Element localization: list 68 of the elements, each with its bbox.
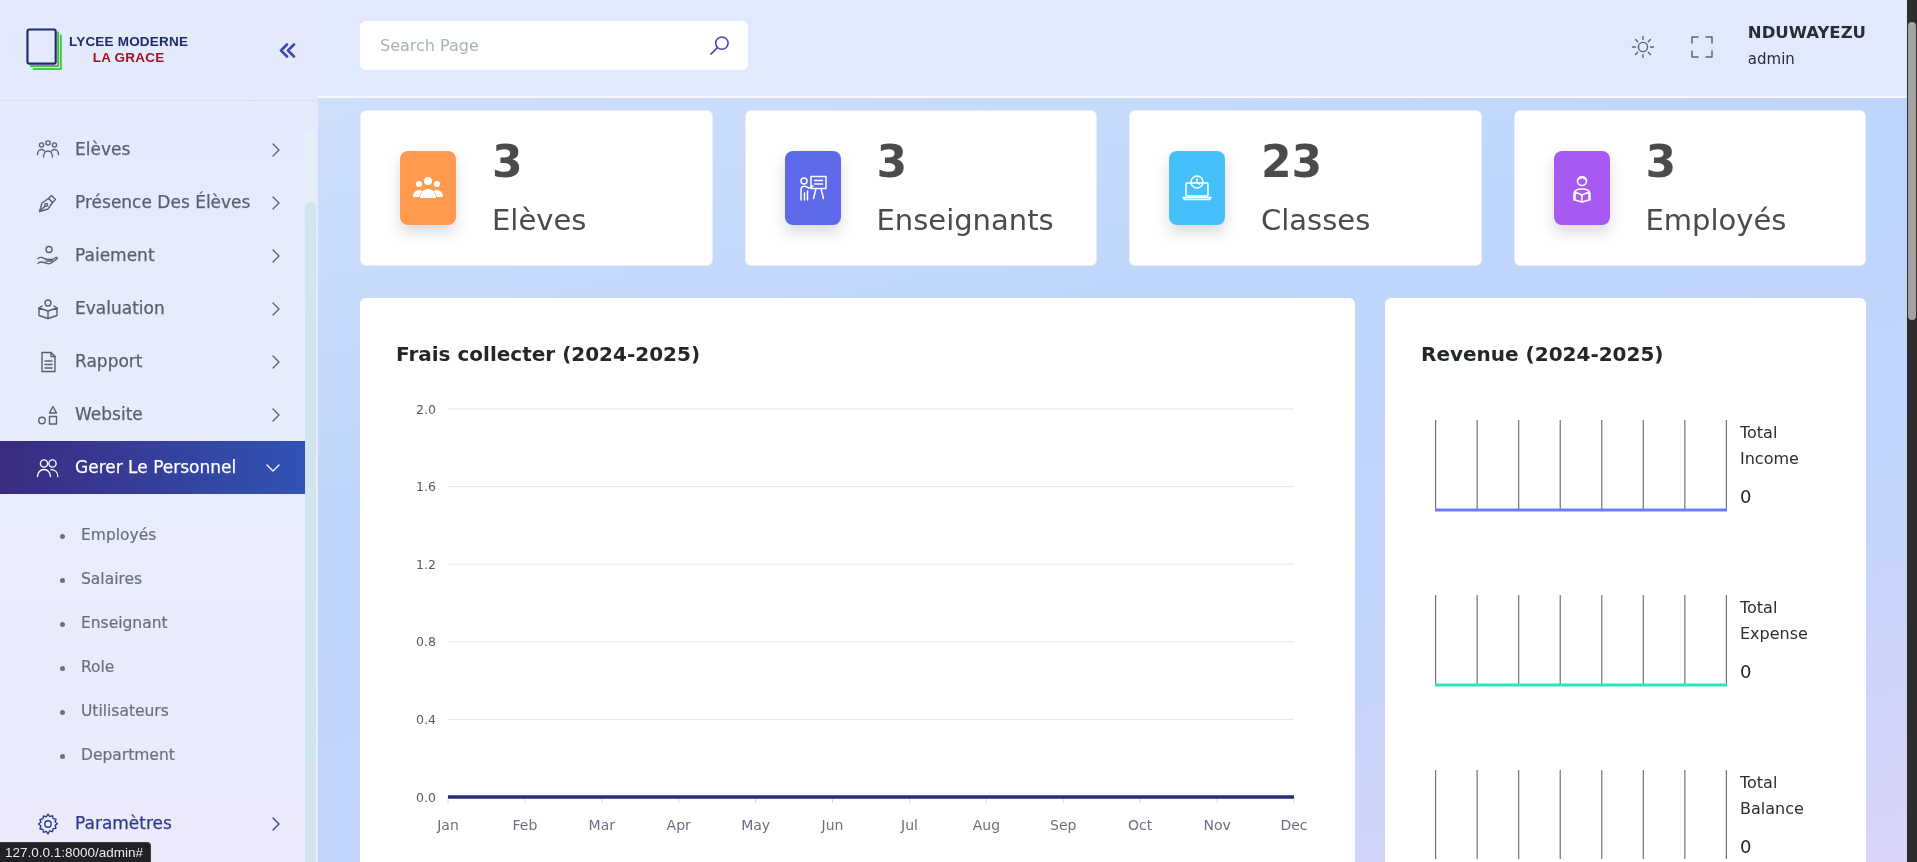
x-axis-label: Oct: [1128, 817, 1153, 833]
scrollbar-thumb[interactable]: [1908, 22, 1916, 320]
stat-value: 3: [1645, 139, 1678, 185]
total-label: Total Income: [1740, 422, 1800, 470]
logo-text: LYCEE MODERNE LA GRACE: [69, 34, 189, 66]
menu-item[interactable]: Elèves: [0, 123, 305, 176]
menu-item[interactable]: Evaluation: [0, 282, 305, 335]
y-axis-label: 0.0: [416, 789, 436, 805]
status-url-tooltip: 127.0.0.1:8000/admin#: [0, 842, 152, 862]
stat-label: Elèves: [492, 203, 587, 237]
submenu-item[interactable]: Enseignant: [0, 602, 305, 646]
x-axis-label: Mar: [588, 817, 616, 833]
chart-title: Frais collecter (2024-2025): [396, 341, 702, 368]
fullscreen-icon[interactable]: [1689, 35, 1714, 59]
x-axis-label: Feb: [512, 817, 538, 833]
y-axis-label: 0.8: [416, 634, 436, 650]
bullet-icon: [60, 533, 65, 539]
stat-label: Classes: [1261, 203, 1371, 237]
box-icon: [36, 296, 60, 321]
menu-item[interactable]: Rapport: [0, 335, 305, 388]
submenu-item[interactable]: Role: [0, 646, 305, 690]
x-axis-label: May: [741, 817, 771, 833]
user-role: admin: [1747, 51, 1796, 67]
search-icon[interactable]: [709, 35, 730, 56]
bullet-icon: [60, 753, 65, 759]
scrollbar-track[interactable]: [1907, 0, 1917, 862]
menu-item[interactable]: Gerer Le Personnel: [0, 441, 305, 494]
x-axis-label: Jan: [437, 817, 459, 833]
x-axis-label: Dec: [1280, 817, 1308, 833]
submenu-item[interactable]: Utilisateurs: [0, 690, 305, 734]
y-axis-label: 2.0: [416, 401, 436, 417]
x-axis-label: Nov: [1203, 817, 1231, 833]
collapse-icon[interactable]: [279, 42, 296, 58]
menu-item[interactable]: Paiement: [0, 229, 305, 282]
settings-icon: [36, 811, 60, 836]
user-name: NDUWAYEZU: [1747, 25, 1866, 42]
bullet-icon: [60, 577, 65, 583]
total-value: 0: [1740, 485, 1753, 509]
stat-value: 3: [492, 139, 524, 185]
stat-label: Enseignants: [876, 203, 1054, 237]
stat-label: Employés: [1645, 203, 1787, 237]
submenu-item[interactable]: Department: [0, 734, 305, 778]
x-axis-label: Apr: [666, 817, 691, 833]
bullet-icon: [60, 709, 65, 715]
menu-item[interactable]: Website: [0, 388, 305, 441]
search-field[interactable]: Search Page: [360, 21, 748, 70]
x-axis-label: Jul: [901, 817, 918, 833]
sun-icon[interactable]: [1630, 35, 1655, 59]
total-label: Total Expense: [1740, 597, 1809, 645]
menu-item[interactable]: Présence Des Élèves: [0, 176, 305, 229]
bullet-icon: [60, 665, 65, 671]
bullet-icon: [60, 621, 65, 627]
submenu-item[interactable]: Salaires: [0, 558, 305, 602]
y-axis-label: 1.6: [416, 479, 436, 495]
y-axis-label: 1.2: [416, 556, 436, 572]
hand-coin-icon: [36, 243, 60, 268]
stat-value: 3: [876, 139, 909, 185]
x-axis-label: Jun: [821, 817, 844, 833]
submenu-item[interactable]: Employés: [0, 514, 305, 558]
total-value: 0: [1740, 660, 1753, 684]
x-axis-label: Aug: [972, 817, 1001, 833]
total-value: 0: [1740, 835, 1753, 859]
chart-title: Revenue (2024-2025): [1421, 341, 1665, 368]
stat-value: 23: [1261, 139, 1324, 185]
y-axis-label: 0.4: [416, 711, 436, 727]
x-axis-label: Sep: [1050, 817, 1077, 833]
total-label: Total Balance: [1740, 772, 1805, 820]
logo-icon: [26, 28, 63, 72]
